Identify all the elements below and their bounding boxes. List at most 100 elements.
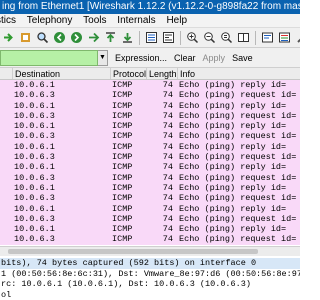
column-header-destination[interactable]: Destination bbox=[12, 68, 110, 79]
cell-protocol: ICMP bbox=[112, 131, 133, 142]
back-icon[interactable] bbox=[52, 30, 67, 45]
cell-protocol: ICMP bbox=[112, 152, 133, 163]
menu-internals[interactable]: Internals bbox=[113, 14, 159, 27]
cell-info: Echo (ping) request id= bbox=[179, 172, 297, 183]
cell-info: Echo (ping) reply id= bbox=[179, 80, 287, 90]
main-toolbar bbox=[0, 28, 300, 48]
table-row[interactable]: 10.0.6.1 ICMP 74 Echo (ping) reply id= bbox=[0, 121, 300, 132]
table-row[interactable]: 10.0.6.3 ICMP 74 Echo (ping) request id= bbox=[0, 213, 300, 225]
cell-info: Echo (ping) request id= bbox=[179, 234, 297, 245]
apply-button[interactable]: Apply bbox=[203, 53, 226, 63]
toolbar-separator bbox=[180, 30, 181, 45]
table-row[interactable]: 10.0.6.1 ICMP 74 Echo (ping) reply id= bbox=[0, 141, 300, 153]
menu-help[interactable]: Help bbox=[162, 14, 191, 27]
scrollbar-thumb[interactable] bbox=[8, 249, 258, 254]
window-title: ing from Ethernet1 [Wireshark 1.12.2 (v1… bbox=[0, 0, 300, 14]
goto-icon[interactable] bbox=[86, 30, 101, 45]
packet-list-header: Destination Protocol Length Info bbox=[0, 68, 300, 80]
cell-protocol: ICMP bbox=[112, 224, 133, 235]
cell-destination: 10.0.6.1 bbox=[14, 224, 55, 235]
cell-length: 74 bbox=[162, 100, 173, 111]
cell-length: 74 bbox=[162, 193, 173, 204]
resize-columns-icon[interactable] bbox=[236, 30, 251, 45]
table-row[interactable]: 10.0.6.1 ICMP 74 Echo (ping) reply id= bbox=[0, 162, 300, 173]
cell-length: 74 bbox=[162, 121, 173, 132]
cell-info: Echo (ping) reply id= bbox=[179, 162, 287, 173]
cell-info: Echo (ping) reply id= bbox=[179, 182, 287, 193]
cell-info: Echo (ping) request id= bbox=[179, 193, 297, 204]
toolbar-separator bbox=[255, 30, 256, 45]
table-row[interactable]: 10.0.6.1 ICMP 74 Echo (ping) reply id= bbox=[0, 203, 300, 214]
cell-length: 74 bbox=[162, 234, 173, 245]
forward-icon[interactable] bbox=[69, 30, 84, 45]
cell-info: Echo (ping) reply id= bbox=[179, 224, 287, 235]
cell-length: 74 bbox=[162, 213, 173, 224]
cell-destination: 10.0.6.1 bbox=[14, 182, 55, 193]
menu-statistics[interactable]: stics bbox=[0, 14, 20, 27]
cell-destination: 10.0.6.1 bbox=[14, 203, 55, 214]
cell-destination: 10.0.6.1 bbox=[14, 100, 55, 111]
table-row[interactable]: 10.0.6.3 ICMP 74 Echo (ping) request id= bbox=[0, 234, 300, 245]
zoom-out-icon[interactable] bbox=[202, 30, 217, 45]
list-icon[interactable] bbox=[144, 30, 159, 45]
cell-info: Echo (ping) reply id= bbox=[179, 203, 287, 214]
cell-protocol: ICMP bbox=[112, 90, 133, 101]
cell-protocol: ICMP bbox=[112, 110, 133, 121]
table-row[interactable]: 10.0.6.3 ICMP 74 Echo (ping) request id= bbox=[0, 152, 300, 163]
column-header-length[interactable]: Length bbox=[146, 68, 177, 79]
cell-protocol: ICMP bbox=[112, 141, 133, 152]
capture-options-icon[interactable] bbox=[18, 30, 33, 45]
cell-destination: 10.0.6.1 bbox=[14, 141, 55, 152]
column-header-info[interactable]: Info bbox=[177, 68, 300, 79]
table-row[interactable]: 10.0.6.3 ICMP 74 Echo (ping) request id= bbox=[0, 193, 300, 204]
detail-line[interactable]: ol bbox=[0, 290, 300, 300]
table-row[interactable]: 10.0.6.3 ICMP 74 Echo (ping) request id= bbox=[0, 172, 300, 183]
top-icon[interactable] bbox=[103, 30, 118, 45]
detail-line[interactable]: rc: 10.0.6.1 (10.0.6.1), Dst: 10.0.6.3 (… bbox=[0, 279, 300, 290]
cell-destination: 10.0.6.3 bbox=[14, 152, 55, 163]
table-row[interactable]: 10.0.6.3 ICMP 74 Echo (ping) request id= bbox=[0, 90, 300, 101]
magnifier-icon[interactable] bbox=[35, 30, 50, 45]
horizontal-scrollbar[interactable] bbox=[0, 246, 300, 256]
table-row[interactable]: 10.0.6.1 ICMP 74 Echo (ping) reply id= bbox=[0, 100, 300, 111]
table-row[interactable]: 10.0.6.3 ICMP 74 Echo (ping) request id= bbox=[0, 110, 300, 122]
coloring-rules-icon[interactable] bbox=[277, 30, 292, 45]
cell-info: Echo (ping) reply id= bbox=[179, 100, 287, 111]
cell-destination: 10.0.6.3 bbox=[14, 234, 55, 245]
bottom-icon[interactable] bbox=[120, 30, 135, 45]
zoom-in-icon[interactable] bbox=[185, 30, 200, 45]
cell-info: Echo (ping) request id= bbox=[179, 90, 297, 101]
cell-destination: 10.0.6.3 bbox=[14, 131, 55, 142]
expression-button[interactable]: Expression... bbox=[115, 53, 167, 63]
cell-destination: 10.0.6.3 bbox=[14, 110, 55, 121]
menu-telephony[interactable]: Telephony bbox=[23, 14, 77, 27]
green-arrow-icon[interactable] bbox=[1, 30, 16, 45]
chevron-down-icon: ▼ bbox=[99, 54, 106, 61]
cell-protocol: ICMP bbox=[112, 121, 133, 132]
cell-info: Echo (ping) request id= bbox=[179, 131, 297, 142]
column-header-protocol[interactable]: Protocol bbox=[110, 68, 146, 79]
detail-line[interactable]: 1 (00:50:56:8e:6c:31), Dst: Vmware_8e:97… bbox=[0, 269, 300, 280]
cell-info: Echo (ping) reply id= bbox=[179, 141, 287, 152]
table-row[interactable]: 10.0.6.1 ICMP 74 Echo (ping) reply id= bbox=[0, 80, 300, 91]
menubar: stics Telephony Tools Internals Help bbox=[0, 14, 300, 28]
save-button[interactable]: Save bbox=[232, 53, 253, 63]
zoom-reset-icon[interactable] bbox=[219, 30, 234, 45]
menu-tools[interactable]: Tools bbox=[79, 14, 110, 27]
cell-protocol: ICMP bbox=[112, 213, 133, 224]
list-detail-icon[interactable] bbox=[161, 30, 176, 45]
cell-destination: 10.0.6.3 bbox=[14, 193, 55, 204]
detail-line[interactable]: bits), 74 bytes captured (592 bits) on i… bbox=[0, 258, 300, 269]
cell-length: 74 bbox=[162, 80, 173, 90]
cell-length: 74 bbox=[162, 162, 173, 173]
settings-icon[interactable] bbox=[294, 30, 300, 45]
filter-icon[interactable] bbox=[260, 30, 275, 45]
table-row[interactable]: 10.0.6.1 ICMP 74 Echo (ping) reply id= bbox=[0, 224, 300, 235]
table-row[interactable]: 10.0.6.3 ICMP 74 Echo (ping) request id= bbox=[0, 131, 300, 142]
filter-dropdown-button[interactable]: ▼ bbox=[98, 49, 108, 66]
clear-button[interactable]: Clear bbox=[174, 53, 196, 63]
cell-length: 74 bbox=[162, 224, 173, 235]
cell-info: Echo (ping) request id= bbox=[179, 213, 297, 224]
table-row[interactable]: 10.0.6.1 ICMP 74 Echo (ping) reply id= bbox=[0, 182, 300, 194]
display-filter-input[interactable] bbox=[0, 49, 98, 66]
